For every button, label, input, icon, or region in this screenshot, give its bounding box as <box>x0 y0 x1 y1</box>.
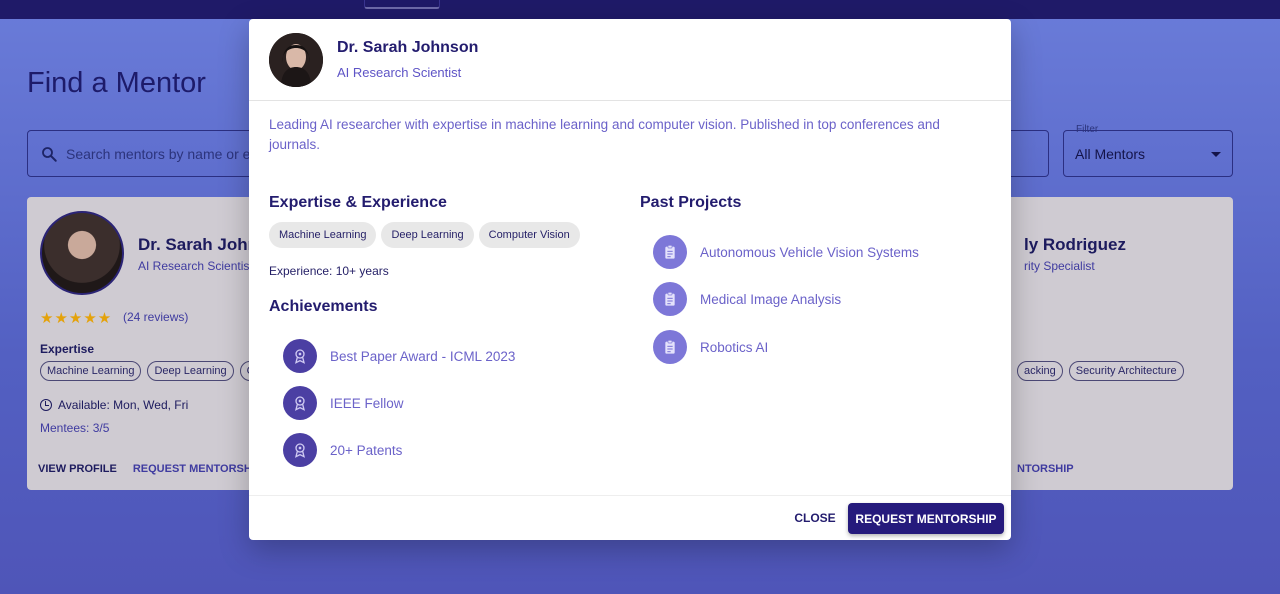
past-projects-heading: Past Projects <box>640 194 742 211</box>
mentor-card-right-offset: ly Rodriguez rity Specialist acking Secu… <box>1011 197 1233 490</box>
expertise-chips: acking Security Architecture <box>1017 361 1184 381</box>
clipboard-icon <box>653 235 687 269</box>
card-actions: VIEW PROFILE REQUEST MENTORSHIP <box>38 463 249 475</box>
expertise-label: Expertise <box>40 342 95 356</box>
project-text: Robotics AI <box>700 339 769 355</box>
mentor-role: AI Research Scientist <box>138 259 249 273</box>
clipboard-icon <box>653 330 687 364</box>
expertise-chip: Machine Learning <box>269 222 377 248</box>
award-icon <box>283 433 317 467</box>
portrait-image <box>269 33 323 87</box>
achievements-heading: Achievements <box>269 298 378 315</box>
top-nav-tab[interactable] <box>364 0 440 9</box>
achievement-item: IEEE Fellow <box>283 386 404 420</box>
clock-icon <box>40 399 52 411</box>
experience-years: Experience: 10+ years <box>269 264 389 278</box>
achievement-text: Best Paper Award - ICML 2023 <box>330 348 516 364</box>
expertise-chip: Security Architecture <box>1068 361 1184 381</box>
expertise-chip: acking <box>1017 361 1063 381</box>
mentor-card: ly Rodriguez rity Specialist acking Secu… <box>1011 197 1233 490</box>
dialog-header: Dr. Sarah Johnson AI Research Scientist <box>249 19 1011 101</box>
expertise-chip: Computer Vision <box>478 222 580 248</box>
mentor-role: rity Specialist <box>1024 259 1095 273</box>
project-item: Medical Image Analysis <box>653 282 841 316</box>
dialog-mentor-name: Dr. Sarah Johnson <box>337 39 479 56</box>
expertise-chips: Machine Learning Deep Learning Co <box>40 361 249 381</box>
achievement-item: Best Paper Award - ICML 2023 <box>283 339 515 373</box>
project-item: Robotics AI <box>653 330 768 364</box>
mentor-name: ly Rodriguez <box>1024 235 1127 254</box>
expertise-chip: Deep Learning <box>381 222 474 248</box>
achievement-text: IEEE Fellow <box>330 395 404 411</box>
availability-text: Available: Mon, Wed, Fri <box>58 398 189 412</box>
award-icon <box>283 339 317 373</box>
expertise-chip: Machine Learning <box>40 361 142 381</box>
dialog-actions: CLOSE REQUEST MENTORSHIP <box>249 495 1011 540</box>
request-mentorship-button[interactable]: REQUEST MENTORSHIP <box>848 503 1004 534</box>
dialog-mentor-role: AI Research Scientist <box>337 65 462 80</box>
request-mentorship-button[interactable]: NTORSHIP <box>1017 463 1074 475</box>
expertise-chip: Deep Learning <box>147 361 234 381</box>
achievement-item: 20+ Patents <box>283 433 402 467</box>
close-button[interactable]: CLOSE <box>787 507 843 529</box>
mentor-profile-dialog: Dr. Sarah Johnson AI Research Scientist … <box>249 19 1011 540</box>
mentee-count: Mentees: 3/5 <box>40 421 110 435</box>
review-count: (24 reviews) <box>123 310 189 324</box>
availability: Available: Mon, Wed, Fri <box>40 398 188 412</box>
project-item: Autonomous Vehicle Vision Systems <box>653 235 919 269</box>
expertise-heading: Expertise & Experience <box>269 194 447 211</box>
request-mentorship-button[interactable]: REQUEST MENTORSHIP <box>133 463 249 475</box>
mentor-card: Dr. Sarah John AI Research Scientist ★★★… <box>27 197 249 490</box>
avatar <box>40 211 124 295</box>
star-rating-icon: ★★★★★ <box>40 310 113 327</box>
view-profile-button[interactable]: VIEW PROFILE <box>38 463 117 475</box>
mentor-name: Dr. Sarah John <box>138 235 249 254</box>
mentor-card-right-visible: ly Rodriguez rity Specialist acking Secu… <box>1011 0 1233 594</box>
award-icon <box>283 386 317 420</box>
project-text: Medical Image Analysis <box>700 291 842 307</box>
avatar <box>269 33 323 87</box>
expertise-chip: Co <box>239 361 249 381</box>
expertise-chips: Machine Learning Deep Learning Computer … <box>269 222 580 248</box>
clipboard-icon <box>653 282 687 316</box>
mentor-card-left-visible: Dr. Sarah John AI Research Scientist ★★★… <box>0 0 249 594</box>
project-text: Autonomous Vehicle Vision Systems <box>700 244 919 260</box>
achievement-text: 20+ Patents <box>330 442 403 458</box>
mentor-bio: Leading AI researcher with expertise in … <box>269 117 940 152</box>
